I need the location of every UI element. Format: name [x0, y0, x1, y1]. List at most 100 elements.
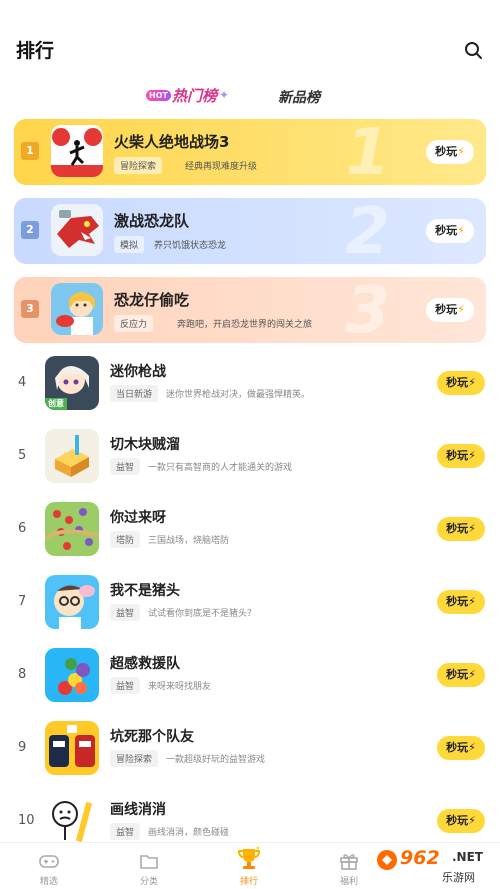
game-name: 恐龙仔偷吃 — [114, 291, 190, 309]
rank-number: 5 — [18, 448, 27, 463]
game-tag: 当日新游 — [110, 385, 159, 402]
top-item-card[interactable]: 3 3 恐龙仔偷吃 反应力 奔跑吧，开启恐龙世界的闯关之旅 秒玩⚡ — [14, 277, 486, 343]
game-icon — [51, 283, 103, 335]
nav-item-featured[interactable]: 精选 — [19, 843, 79, 889]
rank-number: 4 — [18, 375, 27, 390]
game-desc: 养只饥饿状态恐龙 — [154, 241, 227, 251]
game-tag: 冒险探索 — [110, 750, 159, 767]
game-name: 迷你枪战 — [110, 364, 166, 380]
game-name: 坑死那个队友 — [110, 729, 194, 745]
game-desc: 来呀来呀找朋友 — [148, 682, 212, 692]
game-name: 超感救援队 — [110, 656, 180, 672]
tab-new[interactable]: 新品榜 — [278, 87, 320, 107]
nav-item-ranking[interactable]: 排行 — [219, 843, 279, 889]
nav-item-category[interactable]: 分类 — [119, 843, 179, 889]
play-label: 秒玩 — [446, 668, 469, 681]
list-item[interactable]: 4 创意 迷你枪战 当日新游 迷你世界枪战对决，做最强悍精英。 秒玩⚡ — [0, 353, 500, 425]
play-button[interactable]: 秒玩⚡ — [426, 219, 474, 243]
bolt-icon: ⚡ — [468, 741, 476, 754]
game-desc: 经典再现难度升级 — [185, 162, 258, 172]
nav-item-welfare[interactable]: 福利 — [319, 843, 379, 889]
play-label: 秒玩 — [446, 741, 469, 754]
game-icon — [45, 794, 99, 848]
bolt-icon: ⚡ — [468, 449, 476, 462]
game-icon — [51, 204, 103, 256]
game-name: 火柴人绝地战场3 — [114, 133, 230, 151]
game-desc: 试试看你到底是不是猪头？ — [148, 609, 257, 619]
watermark-text: 乐游网 — [442, 871, 475, 884]
game-desc: 一款只有高智商的人才能通关的游戏 — [148, 463, 293, 473]
game-tag: 益智 — [110, 823, 141, 840]
play-button[interactable]: 秒玩⚡ — [426, 298, 474, 322]
crown-rank-badge: 1 — [21, 142, 39, 160]
bolt-icon: ⚡ — [457, 303, 465, 316]
page-title: 排行 — [16, 40, 55, 62]
sparkle-icon: ✦ — [218, 88, 230, 102]
play-label: 秒玩 — [446, 814, 469, 827]
nav-label: 精选 — [39, 877, 58, 887]
play-button[interactable]: 秒玩⚡ — [437, 736, 485, 760]
game-tag: 益智 — [110, 458, 141, 475]
gamepad-icon — [39, 851, 59, 871]
crown-rank-badge: 3 — [21, 300, 39, 318]
list-item[interactable]: 7 我不是猪头 益智 试试看你到底是不是猪头？ 秒玩⚡ — [0, 572, 500, 644]
folder-icon — [139, 851, 159, 871]
play-label: 秒玩 — [435, 145, 458, 158]
hot-badge: HOT — [146, 89, 171, 101]
game-tag: 反应力 — [114, 315, 154, 332]
play-button[interactable]: 秒玩⚡ — [437, 371, 485, 395]
crown-rank-badge: 2 — [21, 221, 39, 239]
play-button[interactable]: 秒玩⚡ — [437, 444, 485, 468]
nav-label: 排行 — [239, 877, 258, 887]
top-item-card[interactable]: 2 2 激战恐龙队 模拟 养只饥饿状态恐龙 秒玩⚡ — [14, 198, 486, 264]
play-button[interactable]: 秒玩⚡ — [437, 663, 485, 687]
game-icon — [45, 721, 99, 775]
bolt-icon: ⚡ — [468, 668, 476, 681]
play-button[interactable]: 秒玩⚡ — [437, 809, 485, 833]
play-label: 秒玩 — [435, 303, 458, 316]
game-name: 你过来呀 — [110, 510, 166, 526]
game-icon — [45, 575, 99, 629]
game-icon — [45, 429, 99, 483]
game-desc: 一款超级好玩的益智游戏 — [166, 755, 266, 765]
list-item[interactable]: 5 切木块贼溜 益智 一款只有高智商的人才能通关的游戏 秒玩⚡ — [0, 426, 500, 498]
game-tag: 模拟 — [114, 236, 145, 253]
game-name: 我不是猪头 — [110, 583, 180, 599]
game-name: 画线消消 — [110, 802, 166, 818]
rank-number: 9 — [18, 740, 27, 755]
play-button[interactable]: 秒玩⚡ — [437, 590, 485, 614]
play-button[interactable]: 秒玩⚡ — [426, 140, 474, 164]
bolt-icon: ⚡ — [468, 595, 476, 608]
list-item[interactable]: 9 坑死那个队友 冒险探索 一款超级好玩的益智游戏 秒玩⚡ — [0, 718, 500, 790]
game-desc: 三国战场，烧脑塔防 — [148, 536, 230, 546]
bolt-icon: ⚡ — [468, 522, 476, 535]
game-tag: 冒险探索 — [114, 157, 163, 174]
icon-badge: 创意 — [48, 399, 64, 408]
game-desc: 迷你世界枪战对决，做最强悍精英。 — [166, 390, 311, 400]
game-tag: 塔防 — [110, 531, 141, 548]
bolt-icon: ⚡ — [457, 224, 465, 237]
search-icon[interactable] — [463, 40, 485, 62]
tab-hot[interactable]: HOT 热门榜 ✦ — [146, 82, 229, 108]
play-button[interactable]: 秒玩⚡ — [437, 517, 485, 541]
list-item[interactable]: 6 你过来呀 塔防 三国战场，烧脑塔防 秒玩⚡ — [0, 499, 500, 571]
rank-number: 10 — [18, 813, 35, 828]
list-item[interactable]: 8 超感救援队 益智 来呀来呀找朋友 秒玩⚡ — [0, 645, 500, 717]
big-rank-number: 2 — [345, 198, 390, 264]
play-label: 秒玩 — [446, 595, 469, 608]
big-rank-number: 3 — [345, 277, 390, 343]
tab-hot-label: 热门榜 — [171, 86, 217, 105]
top-item-card[interactable]: 1 1 火柴人绝地战场3 冒险探索 经典再现难度升级 秒玩⚡ — [14, 119, 486, 185]
nav-label: 福利 — [339, 877, 358, 887]
bolt-icon: ⚡ — [457, 145, 465, 158]
game-name: 切木块贼溜 — [110, 437, 180, 453]
play-label: 秒玩 — [446, 376, 469, 389]
game-icon — [51, 125, 103, 177]
big-rank-number: 1 — [345, 119, 390, 185]
game-desc: 画线消消，颜色碰碰 — [148, 828, 230, 838]
trophy-icon — [236, 845, 262, 871]
rank-number: 7 — [18, 594, 27, 609]
game-icon — [45, 648, 99, 702]
play-label: 秒玩 — [446, 449, 469, 462]
bolt-icon: ⚡ — [468, 376, 476, 389]
